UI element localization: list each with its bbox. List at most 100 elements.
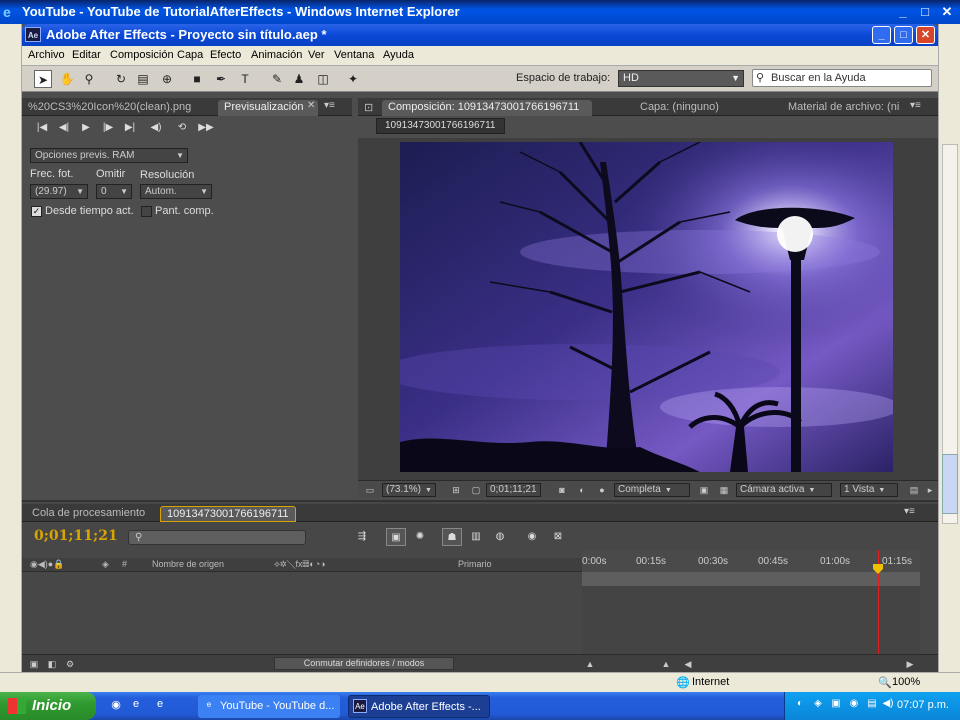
panel-menu-icon[interactable]: ▾≡ [324,100,335,111]
scroll-left-icon[interactable]: ◀ [682,658,694,670]
tab-render-queue[interactable]: Cola de procesamiento [26,506,156,522]
current-time-display[interactable]: 0;01;11;21 [486,483,541,497]
clone-stamp-tool-icon[interactable]: ♟ [290,70,308,88]
ie-close-button[interactable]: ✕ [937,3,957,21]
ie-minimize-button[interactable]: _ [893,3,913,21]
tab-composition[interactable]: Composición: 10913473001766196711 [382,100,592,116]
tray-icon[interactable]: ◐ [793,698,807,712]
zoom-level[interactable]: 100% [892,676,920,688]
ram-preview-icon[interactable]: ▶▶ [196,122,216,136]
show-snapshot-icon[interactable]: ◐ [576,484,588,496]
prev-frame-icon[interactable]: ◀| [54,122,74,136]
show-desktop-icon[interactable]: ◉ [108,698,124,714]
expand-transfer-icon[interactable]: ⚙ [64,658,76,670]
zoom-icon[interactable]: 🔍 [878,676,892,689]
hide-shy-layers-icon[interactable]: ☗ [442,528,462,546]
tray-icon[interactable]: ▣ [829,698,843,712]
ae-maximize-button[interactable]: □ [894,26,913,44]
last-frame-icon[interactable]: ▶| [120,122,140,136]
tray-icon[interactable]: ◈ [811,698,825,712]
volume-icon[interactable]: ◀) [881,698,895,712]
eraser-tool-icon[interactable]: ◫ [314,70,332,88]
text-tool-icon[interactable]: T [236,70,254,88]
rectangle-tool-icon[interactable]: ■ [188,70,206,88]
menu-animacion[interactable]: Animación [251,49,302,61]
brainstorm-icon[interactable]: ◉ [522,528,542,546]
parent-header[interactable]: Primario [458,559,492,569]
graph-editor-icon[interactable]: ⊠ [548,528,568,546]
tab-timeline-comp[interactable]: 10913473001766196711 [160,506,296,522]
zoom-tool-icon[interactable]: ⚲ [80,70,98,88]
zoom-select[interactable]: (73.1%) ▼ [382,483,436,497]
safe-zones-icon[interactable]: ⊞ [450,484,462,496]
menu-composicion[interactable]: Composición [110,49,174,61]
ie-scrollbar[interactable] [938,24,960,672]
region-of-interest-icon[interactable]: ▣ [698,484,710,496]
hand-tool-icon[interactable]: ✋ [58,70,76,88]
draft-3d-icon[interactable]: ✺ [410,528,430,546]
puppet-pin-tool-icon[interactable]: ✦ [344,70,362,88]
composition-viewer[interactable] [358,138,938,480]
clock[interactable]: 07:07 p.m. [897,699,949,711]
always-preview-icon[interactable]: ▭ [364,484,376,496]
motion-blur-icon[interactable]: ◍ [490,528,510,546]
menu-archivo[interactable]: Archivo [28,49,65,61]
views-select[interactable]: 1 Vista ▼ [840,483,898,497]
taskbar-item-ie[interactable]: e YouTube - YouTube d... [198,695,340,718]
ae-minimize-button[interactable]: _ [872,26,891,44]
network-icon[interactable]: ▤ [865,698,879,712]
from-current-checkbox[interactable]: ✓ [31,206,42,217]
help-search-input[interactable]: ⚲ Buscar en la Ayuda [752,69,932,87]
panel-menu-icon[interactable]: ▾≡ [904,506,915,517]
workspace-select[interactable]: HD ▼ [618,70,744,87]
menu-ver[interactable]: Ver [308,49,325,61]
scrollbar-thumb[interactable] [942,454,958,514]
ie-maximize-button[interactable]: □ [915,3,935,21]
brush-tool-icon[interactable]: ✎ [268,70,286,88]
audio-icon[interactable]: ◀) [146,122,166,136]
selection-tool-icon[interactable]: ➤ [34,70,52,88]
pan-behind-tool-icon[interactable]: ⊕ [158,70,176,88]
ram-options-select[interactable]: Opciones previs. RAM ▼ [30,148,188,163]
resolution-select[interactable]: Autom. ▼ [140,184,212,199]
expand-icon[interactable]: ▸ [924,484,936,496]
menu-ayuda[interactable]: Ayuda [383,49,414,61]
zoom-in-icon[interactable]: ▲ [660,658,672,670]
timeline-search-input[interactable]: ⚲ [128,530,306,545]
tab-project[interactable]: %20CS3%20Icon%20(clean).png [22,100,212,116]
close-icon[interactable]: ✕ [307,100,315,111]
taskbar-item-ae[interactable]: Ae Adobe After Effects -... [348,695,490,718]
layout-icon[interactable]: ▤ [908,484,920,496]
comp-flowchart-icon[interactable]: ▣ [28,658,40,670]
comp-name-button[interactable]: 10913473001766196711 [376,118,505,134]
live-update-icon[interactable]: ▣ [386,528,406,546]
tray-icon[interactable]: ◉ [847,698,861,712]
zoom-out-icon[interactable]: ▲ [584,658,596,670]
camera-tool-icon[interactable]: ▤ [134,70,152,88]
tab-layer[interactable]: Capa: (ninguno) [634,100,754,116]
work-area-bar[interactable] [582,572,920,586]
time-ruler[interactable]: 0:00s 00:15s 00:30s 00:45s 01:00s 01:15s [582,550,920,572]
expand-layer-switches-icon[interactable]: ◧ [46,658,58,670]
comp-mini-flowchart-icon[interactable]: ⇶ [352,528,372,546]
resolution-select[interactable]: Completa ▼ [614,483,690,497]
camera-select[interactable]: Cámara activa ▼ [736,483,832,497]
rotate-tool-icon[interactable]: ↻ [112,70,130,88]
frame-rate-select[interactable]: (29.97) ▼ [30,184,88,199]
channels-icon[interactable]: ● [596,484,608,496]
loop-icon[interactable]: ⟲ [172,122,192,136]
toggle-switches-modes-button[interactable]: Conmutar definidores / modos [274,657,454,670]
snapshot-icon[interactable]: ◙ [556,484,568,496]
menu-ventana[interactable]: Ventana [334,49,374,61]
av-features-icon[interactable]: ◉◀)●🔒 [30,559,64,570]
tab-footage[interactable]: Material de archivo: (ni [782,100,904,116]
source-name-header[interactable]: Nombre de origen [152,559,224,569]
skip-select[interactable]: 0 ▼ [96,184,132,199]
ae-close-button[interactable]: ✕ [916,26,935,44]
label-icon[interactable]: ◈ [102,559,109,570]
tab-preview[interactable]: Previsualización [218,100,318,116]
next-frame-icon[interactable]: |▶ [98,122,118,136]
frame-blending-icon[interactable]: ▥ [466,528,486,546]
lock-icon[interactable]: ⊡ [362,100,374,116]
scroll-right-icon[interactable]: ▶ [904,658,916,670]
